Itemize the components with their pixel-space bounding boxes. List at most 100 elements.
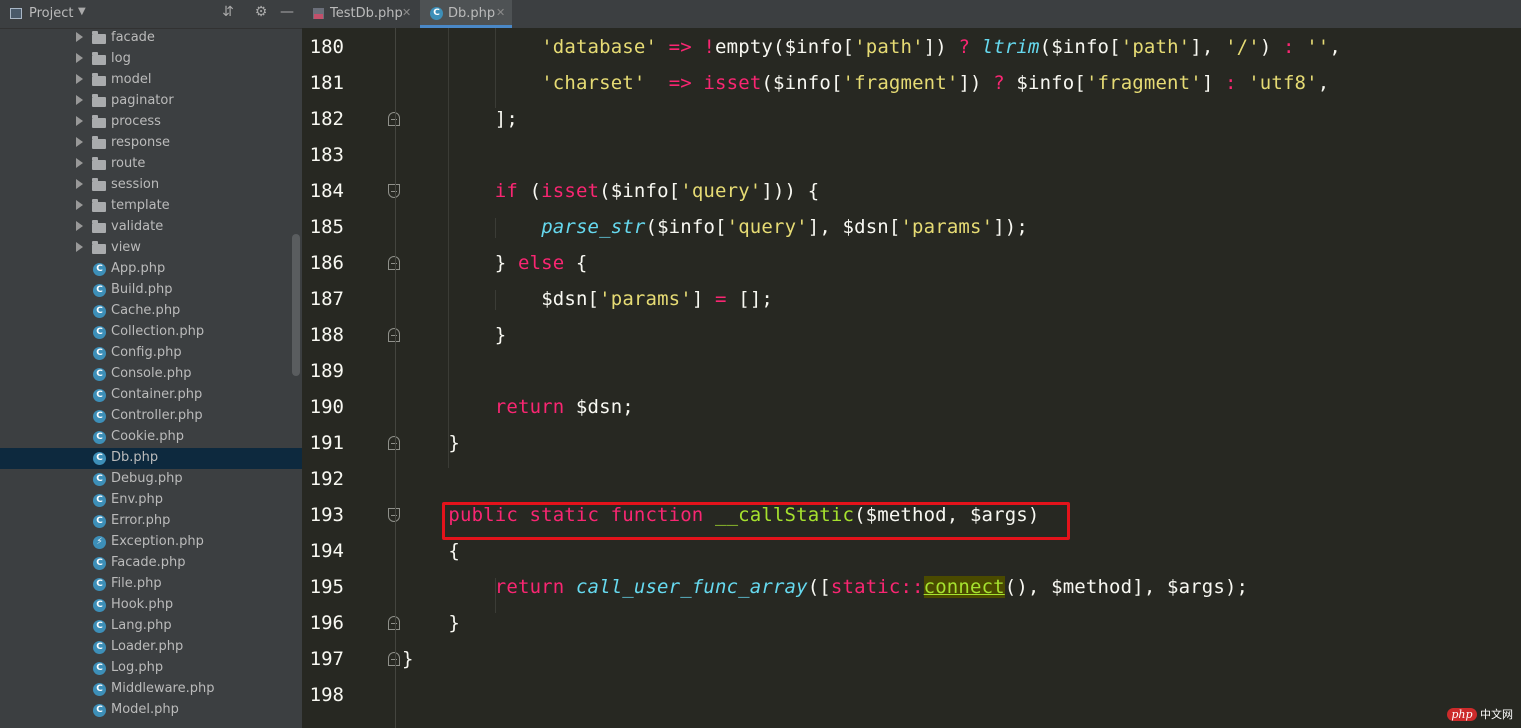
- chevron-down-icon[interactable]: ▼: [78, 6, 86, 17]
- tree-file[interactable]: C Controller.php: [0, 406, 302, 427]
- code-token: if: [494, 180, 518, 202]
- watermark: php 中文网: [1447, 706, 1513, 722]
- tree-folder[interactable]: template: [0, 196, 302, 217]
- code-line[interactable]: }: [495, 324, 507, 346]
- code-line[interactable]: 'database' => !empty($info['path']) ? lt…: [541, 36, 1341, 58]
- chevron-right-icon[interactable]: [76, 74, 83, 84]
- class-icon: C: [93, 305, 106, 318]
- tree-folder[interactable]: log: [0, 49, 302, 70]
- tree-folder[interactable]: facade: [0, 28, 302, 49]
- tree-file[interactable]: C File.php: [0, 574, 302, 595]
- chevron-right-icon[interactable]: [76, 242, 83, 252]
- chevron-right-icon[interactable]: [76, 53, 83, 63]
- fold-marker-icon[interactable]: [388, 184, 400, 198]
- tree-file[interactable]: C Loader.php: [0, 637, 302, 658]
- line-number: 181: [309, 72, 344, 94]
- tree-folder[interactable]: model: [0, 70, 302, 91]
- code-token: ?: [958, 36, 971, 58]
- code-editor[interactable]: 180 181 182 183 184 185 186 187 188 189 190 191 192 1…: [302, 28, 1521, 728]
- tree-item-label: Container.php: [111, 387, 203, 402]
- code-line[interactable]: parse_str($info['query'], $dsn['params']…: [541, 216, 1028, 238]
- chevron-right-icon[interactable]: [76, 179, 83, 189]
- tree-folder[interactable]: view: [0, 238, 302, 259]
- tree-file[interactable]: C Config.php: [0, 343, 302, 364]
- code-line[interactable]: } else {: [495, 252, 588, 274]
- fold-marker-icon[interactable]: [388, 652, 400, 666]
- tree-file[interactable]: C Debug.php: [0, 469, 302, 490]
- folder-icon: [92, 94, 106, 107]
- tree-file[interactable]: C Build.php: [0, 280, 302, 301]
- code-line[interactable]: 'charset' => isset($info['fragment']) ? …: [541, 72, 1329, 94]
- tree-item-label: App.php: [111, 261, 166, 276]
- tree-file[interactable]: C Lang.php: [0, 616, 302, 637]
- class-icon: C: [93, 641, 106, 654]
- minimize-icon[interactable]: —: [278, 4, 296, 20]
- code-line[interactable]: {: [448, 540, 460, 562]
- tree-folder[interactable]: paginator: [0, 91, 302, 112]
- tree-file[interactable]: C Middleware.php: [0, 679, 302, 700]
- tab-testdb[interactable]: TestDb.php ✕: [302, 0, 418, 28]
- chevron-right-icon[interactable]: [76, 95, 83, 105]
- fold-marker-icon[interactable]: [388, 328, 400, 342]
- line-number: 197: [309, 648, 344, 670]
- code-line[interactable]: ];: [495, 108, 518, 130]
- code-line[interactable]: return $dsn;: [495, 396, 634, 418]
- tree-file[interactable]: C Collection.php: [0, 322, 302, 343]
- tree-folder[interactable]: process: [0, 112, 302, 133]
- class-icon: C: [430, 7, 443, 20]
- close-icon[interactable]: ✕: [402, 6, 411, 19]
- code-line[interactable]: return call_user_func_array([static::con…: [495, 576, 1248, 598]
- tree-scrollbar[interactable]: [292, 234, 300, 376]
- tree-file[interactable]: C Hook.php: [0, 595, 302, 616]
- tree-file[interactable]: C Container.php: [0, 385, 302, 406]
- tree-file[interactable]: C App.php: [0, 259, 302, 280]
- tree-folder[interactable]: session: [0, 175, 302, 196]
- code-line[interactable]: }: [448, 612, 460, 634]
- tree-file[interactable]: C Cache.php: [0, 301, 302, 322]
- chevron-right-icon[interactable]: [76, 137, 83, 147]
- tree-folder[interactable]: validate: [0, 217, 302, 238]
- class-icon: C: [93, 284, 106, 297]
- tree-file[interactable]: C Model.php: [0, 700, 302, 721]
- folder-icon: [92, 136, 106, 149]
- tree-item-label: File.php: [111, 576, 162, 591]
- class-icon: C: [93, 494, 106, 507]
- tree-file[interactable]: C Db.php: [0, 448, 302, 469]
- tree-file[interactable]: C Env.php: [0, 490, 302, 511]
- code-line[interactable]: }: [448, 432, 460, 454]
- tree-item-label: Build.php: [111, 282, 173, 297]
- fold-marker-icon[interactable]: [388, 112, 400, 126]
- editor-tab-bar: TestDb.php ✕ C Db.php ✕: [302, 0, 1521, 29]
- code-line[interactable]: $dsn['params'] = [];: [541, 288, 773, 310]
- code-token: ]): [923, 36, 959, 58]
- chevron-right-icon[interactable]: [76, 200, 83, 210]
- chevron-right-icon[interactable]: [76, 116, 83, 126]
- tree-file[interactable]: C Cookie.php: [0, 427, 302, 448]
- tree-file[interactable]: ⚡ Exception.php: [0, 532, 302, 553]
- tree-file[interactable]: C Log.php: [0, 658, 302, 679]
- chevron-right-icon[interactable]: [76, 221, 83, 231]
- class-icon: C: [93, 599, 106, 612]
- fold-marker-icon[interactable]: [388, 436, 400, 450]
- line-number: 184: [309, 180, 344, 202]
- chevron-right-icon[interactable]: [76, 32, 83, 42]
- tree-folder[interactable]: route: [0, 154, 302, 175]
- tree-file[interactable]: C Error.php: [0, 511, 302, 532]
- code-line[interactable]: }: [402, 648, 414, 670]
- tab-db[interactable]: C Db.php ✕: [420, 0, 512, 28]
- collapse-all-icon[interactable]: ⇵: [219, 4, 237, 20]
- fold-marker-icon[interactable]: [388, 616, 400, 630]
- code-token: ]: [1201, 72, 1226, 94]
- gear-icon[interactable]: ⚙: [252, 4, 270, 20]
- tree-file[interactable]: C Console.php: [0, 364, 302, 385]
- close-icon[interactable]: ✕: [496, 6, 505, 19]
- code-line[interactable]: if (isset($info['query'])) {: [495, 180, 820, 202]
- fold-marker-icon[interactable]: [388, 256, 400, 270]
- tree-file[interactable]: C Facade.php: [0, 553, 302, 574]
- tree-folder[interactable]: response: [0, 133, 302, 154]
- fold-marker-icon[interactable]: [388, 508, 400, 522]
- code-token: ]);: [993, 216, 1028, 238]
- project-title[interactable]: Project: [29, 6, 73, 21]
- code-token: isset: [541, 180, 600, 202]
- chevron-right-icon[interactable]: [76, 158, 83, 168]
